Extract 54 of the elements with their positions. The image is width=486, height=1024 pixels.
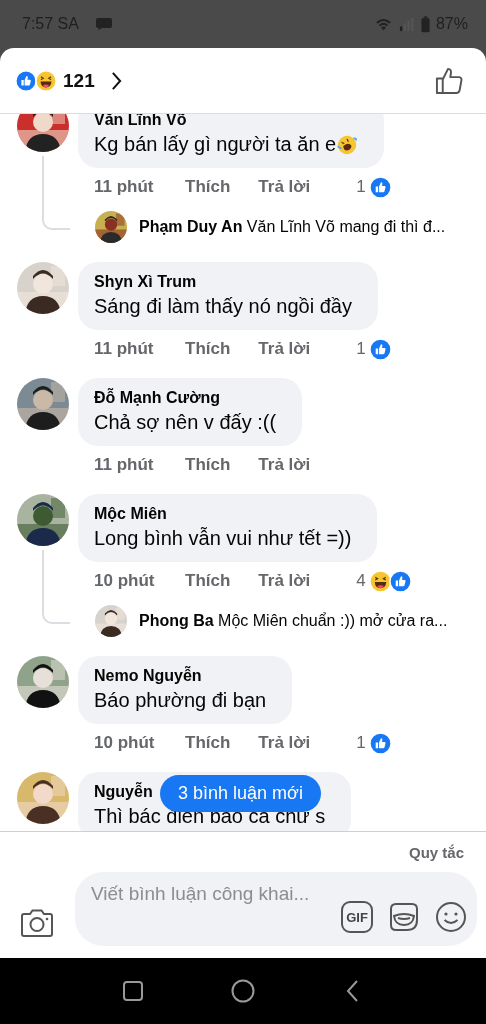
comment-field[interactable]: Viết bình luận công khai... GIF	[75, 872, 477, 946]
like-icon	[368, 731, 392, 755]
battery-icon	[420, 15, 430, 33]
commenter-name[interactable]: Shyn Xì Trum	[94, 271, 197, 293]
like-link[interactable]: Thích	[185, 571, 231, 591]
laughing-emoji-icon	[35, 69, 57, 92]
gif-button[interactable]: GIF	[341, 901, 373, 933]
commenter-name[interactable]: Mộc Miên	[94, 503, 167, 525]
signal-icon	[397, 16, 415, 32]
comment-time: 11 phút	[94, 177, 155, 197]
commenter-name[interactable]: Đỗ Mạnh Cường	[94, 387, 221, 409]
thumbs-up-icon[interactable]	[435, 66, 464, 95]
like-link[interactable]: Thích	[185, 455, 231, 475]
reaction-count[interactable]: 121	[63, 69, 95, 92]
wifi-icon	[374, 16, 392, 32]
reply-link[interactable]: Trả lời	[258, 455, 311, 475]
comment-text: Kg bán lấy gì người ta ăn e	[94, 132, 337, 157]
comment-time: 11 phút	[94, 455, 155, 475]
like-icon	[15, 69, 37, 92]
reaction-count: 4	[356, 571, 366, 591]
home-icon[interactable]	[231, 979, 255, 1003]
like-link[interactable]: Thích	[185, 733, 231, 753]
like-icon	[368, 175, 392, 199]
comment-time: 11 phút	[94, 339, 155, 359]
like-link[interactable]: Thích	[185, 339, 231, 359]
like-link[interactable]: Thích	[185, 177, 231, 197]
reaction-count: 1	[356, 177, 366, 197]
rules-link[interactable]: Quy tắc	[408, 844, 464, 861]
reaction-count: 1	[356, 733, 366, 753]
reply-preview[interactable]: Phạm Duy An Văn Lĩnh Võ mang đi thì đ...	[139, 218, 446, 236]
comment-text: Sáng đi làm thấy nó ngồi đầy	[94, 294, 352, 319]
reply-link[interactable]: Trả lời	[258, 339, 311, 359]
like-icon	[388, 569, 412, 593]
commenter-name[interactable]: Văn Lĩnh Võ	[94, 114, 187, 131]
reply-preview[interactable]: Phong Ba Mộc Miên chuẩn :)) mở cửa ra...	[139, 612, 448, 630]
comment-time: 10 phút	[94, 571, 156, 591]
reaction-count: 1	[356, 339, 366, 359]
laughing-emoji-icon	[368, 569, 392, 593]
chat-app-icon	[94, 17, 113, 31]
camera-icon[interactable]	[20, 908, 54, 938]
chevron-right-icon[interactable]	[110, 70, 122, 91]
like-icon	[368, 337, 392, 361]
comment-text: Chả sợ nên v đấy :((	[94, 410, 277, 435]
sticker-icon[interactable]	[388, 901, 420, 933]
commenter-name[interactable]: Nemo Nguyễn	[94, 665, 202, 687]
comment-text: Báo phường đi bạn	[94, 688, 267, 713]
reply-link[interactable]: Trả lời	[258, 177, 311, 197]
commenter-name[interactable]: Nguyễn	[94, 781, 153, 803]
comment-text: Long bình vẫn vui như tết =))	[94, 526, 352, 551]
emoji-icon[interactable]	[435, 901, 467, 933]
recent-apps-icon[interactable]	[121, 979, 145, 1003]
reply-link[interactable]: Trả lời	[258, 571, 311, 591]
comment-time: 10 phút	[94, 733, 156, 753]
reply-link[interactable]: Trả lời	[258, 733, 311, 753]
